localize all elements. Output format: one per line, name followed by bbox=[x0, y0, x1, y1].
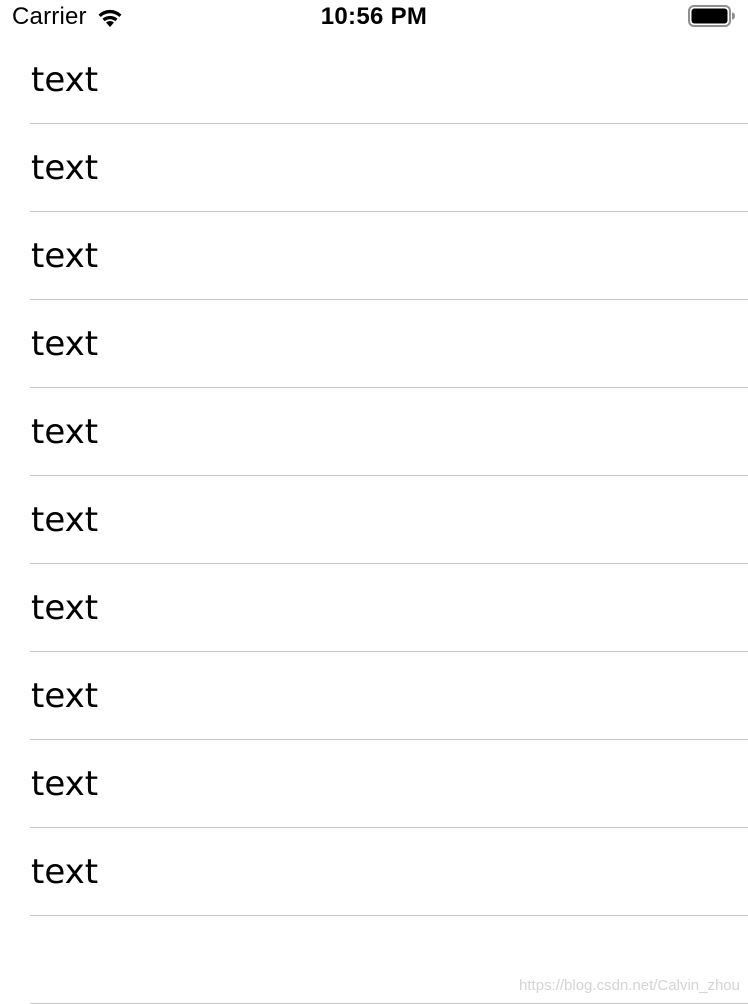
row-label: text bbox=[31, 324, 99, 364]
row-label: text bbox=[31, 852, 99, 892]
row-label: text bbox=[31, 764, 99, 804]
table-row[interactable]: text bbox=[0, 828, 748, 916]
battery-icon bbox=[688, 5, 735, 27]
watermark: https://blog.csdn.net/Calvin_zhou bbox=[519, 977, 740, 994]
table-row[interactable]: text bbox=[0, 36, 748, 124]
row-label: text bbox=[31, 148, 99, 188]
row-label: text bbox=[31, 60, 99, 100]
table-row[interactable]: text bbox=[0, 652, 748, 740]
table-row[interactable]: text bbox=[0, 212, 748, 300]
row-label: text bbox=[31, 236, 99, 276]
table-row[interactable]: text bbox=[0, 476, 748, 564]
row-label: text bbox=[31, 500, 99, 540]
row-label: text bbox=[31, 412, 99, 452]
row-label: text bbox=[31, 588, 99, 628]
status-bar: Carrier 10:56 PM bbox=[0, 0, 748, 36]
table-row[interactable]: text bbox=[0, 740, 748, 828]
table-row[interactable]: text bbox=[0, 564, 748, 652]
table-view[interactable]: text text text text text text text text … bbox=[0, 36, 748, 1004]
row-label: text bbox=[31, 676, 99, 716]
table-row[interactable]: text bbox=[0, 388, 748, 476]
status-time: 10:56 PM bbox=[320, 3, 428, 30]
table-row[interactable]: text bbox=[0, 124, 748, 212]
table-row[interactable]: text bbox=[0, 300, 748, 388]
